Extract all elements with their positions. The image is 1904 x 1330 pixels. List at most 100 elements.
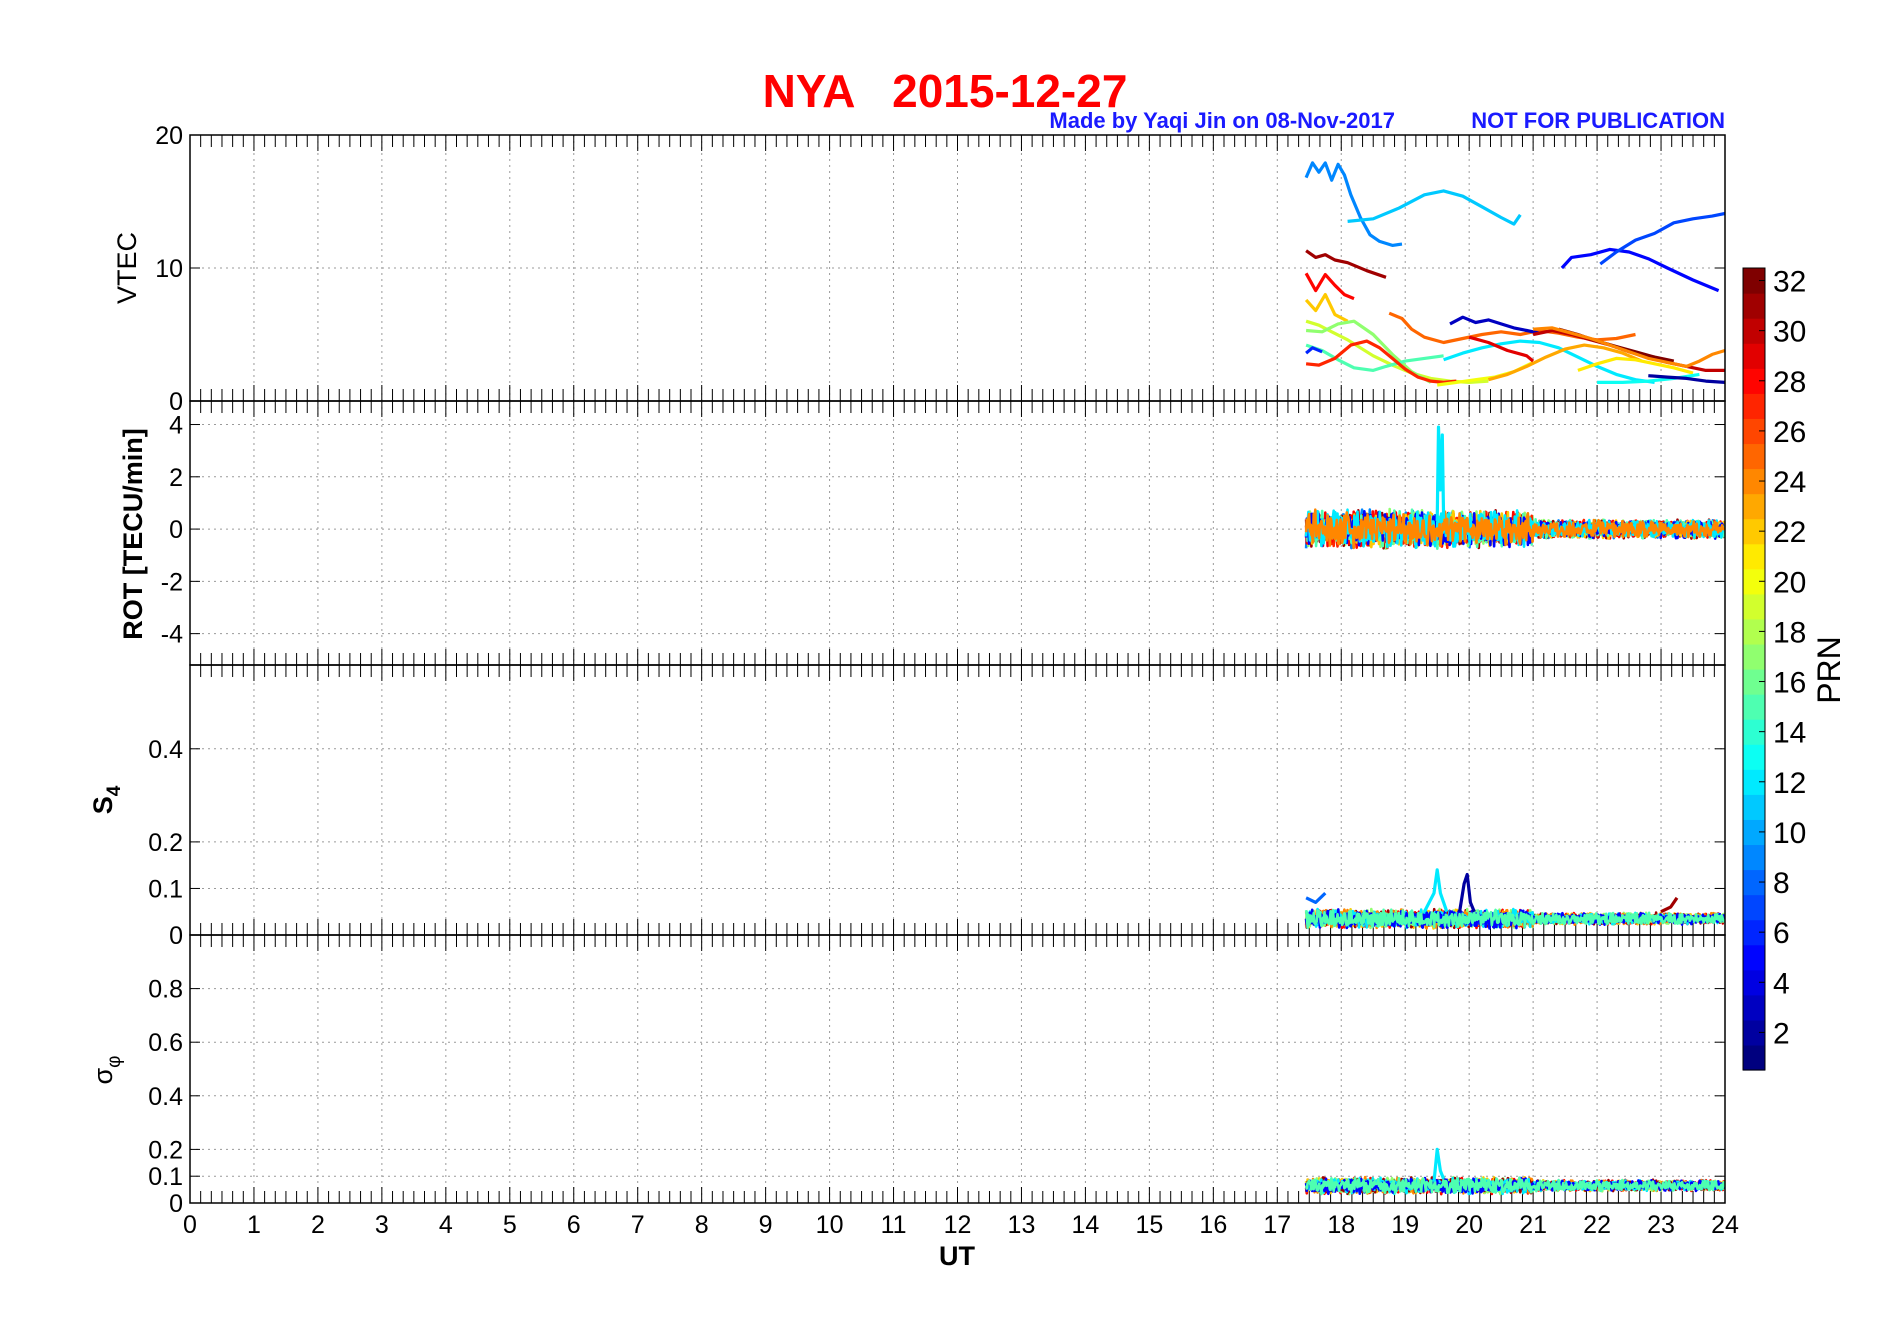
- figure: NYA 2015-12-27 Made by Yaqi Jin on 08-No…: [88, 65, 1847, 1271]
- colorbar-tick-label: 12: [1773, 767, 1806, 800]
- series-group: [1304, 868, 1725, 930]
- x-tick-label: 16: [1199, 1211, 1227, 1239]
- colorbar-cell: [1743, 844, 1765, 871]
- colorbar-cell: [1743, 1044, 1765, 1071]
- x-tick-label: 21: [1519, 1211, 1547, 1239]
- colorbar-cell: [1743, 643, 1765, 670]
- colorbar-tick-label: 10: [1773, 817, 1806, 850]
- panel-rot: 4 2 0 -2 -4: [161, 400, 1726, 666]
- x-tick-label: 17: [1263, 1211, 1291, 1239]
- colorbar-cell: [1743, 293, 1765, 319]
- colorbar-tick-label: 24: [1773, 466, 1806, 499]
- colorbar-tick-label: 6: [1773, 917, 1790, 950]
- x-tick-label: 23: [1647, 1211, 1675, 1239]
- credit-text: Made by Yaqi Jin on 08-Nov-2017: [1049, 108, 1395, 133]
- colorbar-cell: [1743, 694, 1765, 720]
- series-line-prn-7: [1599, 211, 1725, 266]
- y-tick-label: -2: [161, 568, 183, 596]
- panel-s4: 0 0.1 0.2 0.4: [148, 664, 1726, 950]
- x-tick-label: 24: [1711, 1211, 1739, 1239]
- colorbar-tick-label: 32: [1773, 266, 1806, 299]
- y-tick-label: 2: [169, 464, 183, 492]
- series-line-prn-8: [1305, 891, 1327, 905]
- colorbar-tick-label: 30: [1773, 316, 1806, 349]
- y-tick-label: 4: [169, 412, 183, 440]
- series-line-prn-3: [1449, 315, 1540, 335]
- colorbar-cell: [1743, 744, 1765, 770]
- x-tick-label: 14: [1072, 1211, 1100, 1239]
- prn-colorbar: 2468101214161820222426283032PRN: [1742, 266, 1847, 1071]
- series-line-prn-12: [1432, 1147, 1446, 1182]
- colorbar-tick-label: 28: [1773, 366, 1806, 399]
- series-line-prn-5: [1560, 247, 1720, 293]
- colorbar-cell: [1743, 593, 1765, 620]
- series-line-prn-11: [1347, 189, 1522, 226]
- y-tick-label: 0.8: [148, 976, 183, 1004]
- y-tick-label: -4: [161, 621, 183, 649]
- colorbar-tick-label: 16: [1773, 667, 1806, 700]
- colorbar-cell: [1743, 393, 1765, 419]
- x-tick-label: 7: [631, 1211, 645, 1239]
- y-tick-label: 0.4: [148, 736, 183, 764]
- series-group: [1304, 425, 1725, 551]
- ylabel-rot: ROT [TECU/min]: [118, 428, 148, 639]
- colorbar-tick-label: 20: [1773, 566, 1806, 599]
- x-tick-label: 0: [183, 1211, 197, 1239]
- panel-sigma: 00.10.2 0.4 0.6 0.8: [148, 934, 1726, 1218]
- colorbar-tick-label: 22: [1773, 516, 1806, 549]
- y-tick-label: 0: [169, 922, 183, 950]
- series-group: [1304, 161, 1725, 387]
- colorbar-tick-label: 4: [1773, 967, 1790, 1000]
- x-tick-label: 20: [1455, 1211, 1483, 1239]
- colorbar-cell: [1743, 443, 1765, 470]
- x-axis-title: UT: [939, 1241, 975, 1271]
- y-tick-label: 10: [155, 255, 183, 283]
- x-tick-label: 10: [816, 1211, 844, 1239]
- colorbar-cell: [1743, 894, 1765, 921]
- y-tick-label: 0.6: [148, 1029, 183, 1057]
- y-tick-label: 0.1: [148, 1163, 183, 1191]
- colorbar-label: PRN: [1811, 636, 1847, 704]
- ylabel-s4: S4: [88, 785, 125, 814]
- colorbar-tick-label: 18: [1773, 616, 1806, 649]
- x-axis: 0 1 2 3 4 5 6 7 8 9 10 11 12 13 14 15 16 17 18 19 20 21 22 23 24…: [183, 1211, 1739, 1271]
- x-tick-label: 15: [1135, 1211, 1163, 1239]
- x-tick-label: 3: [375, 1211, 389, 1239]
- x-tick-label: 5: [503, 1211, 517, 1239]
- y-tick-label: 0: [169, 1190, 183, 1218]
- x-tick-label: 19: [1391, 1211, 1419, 1239]
- y-tick-label: 0: [169, 516, 183, 544]
- series-line-prn-12: [1422, 868, 1449, 913]
- y-tick-label: 0.1: [148, 875, 183, 903]
- colorbar-cell: [1743, 794, 1765, 820]
- series-group: [1304, 1147, 1725, 1196]
- x-tick-label: 8: [695, 1211, 709, 1239]
- series-line-prn-28: [1304, 272, 1355, 301]
- colorbar-cell: [1743, 944, 1765, 971]
- y-tick-label: 0.4: [148, 1083, 183, 1111]
- series-line-prn-19: [1305, 319, 1489, 384]
- x-tick-label: 18: [1327, 1211, 1355, 1239]
- series-line-prn-31: [1305, 249, 1387, 279]
- y-tick-label: 0.2: [148, 829, 183, 857]
- panels: 01020420-2-400.10.20.400.10.20.40.60.8VT…: [88, 122, 1726, 1218]
- colorbar-tick-label: 8: [1773, 867, 1790, 900]
- x-tick-label: 1: [247, 1211, 261, 1239]
- colorbar-tick-label: 26: [1773, 416, 1806, 449]
- series-line-prn-27: [1305, 339, 1457, 384]
- colorbar-cell: [1743, 343, 1765, 369]
- x-tick-label: 4: [439, 1211, 453, 1239]
- colorbar-tick-label: 14: [1773, 717, 1806, 750]
- x-tick-label: 12: [944, 1211, 972, 1239]
- x-tick-label: 11: [881, 1211, 907, 1239]
- y-tick-label: 20: [155, 122, 183, 150]
- ylabel-sigma: σφ: [88, 1056, 125, 1085]
- series-line-prn-31: [1660, 896, 1679, 914]
- colorbar-cell: [1743, 994, 1765, 1021]
- x-tick-label: 22: [1583, 1211, 1611, 1239]
- panel-vtec: 01020: [155, 122, 1726, 416]
- y-tick-label: 0.2: [148, 1136, 183, 1164]
- x-tick-label: 9: [759, 1211, 773, 1239]
- x-tick-label: 6: [567, 1211, 581, 1239]
- colorbar-cell: [1743, 493, 1765, 520]
